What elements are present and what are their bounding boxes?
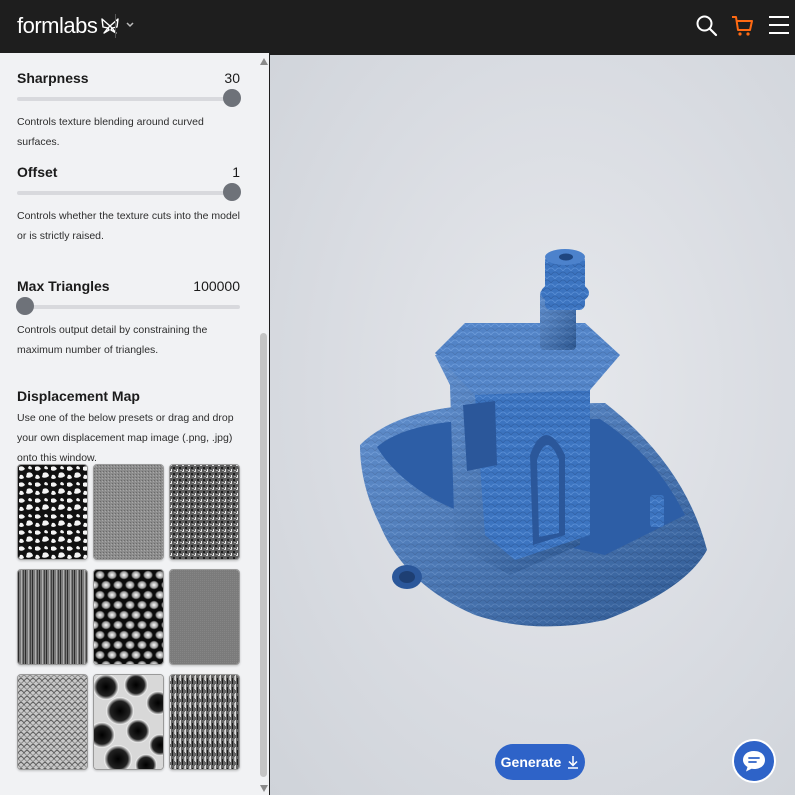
menu-icon[interactable] (766, 13, 792, 39)
cart-icon[interactable] (730, 13, 756, 39)
butterfly-logo-icon (101, 18, 120, 34)
preset-flat-fine-texture[interactable] (169, 569, 240, 665)
max-triangles-setting: Max Triangles 100000 Controls output det… (16, 278, 240, 360)
sharpness-slider[interactable] (17, 89, 241, 111)
setting-description: Controls whether the texture cuts into t… (17, 210, 240, 242)
scroll-up-arrow-icon[interactable] (260, 58, 268, 65)
setting-value: 1 (232, 164, 240, 180)
setting-title: Sharpness (17, 70, 89, 86)
formlabs-logo[interactable]: formlabs (17, 13, 120, 39)
gravel-texture-image (170, 465, 239, 559)
generate-label: Generate (500, 754, 562, 770)
boat-model[interactable] (355, 215, 715, 630)
slider-handle[interactable] (223, 89, 241, 107)
logo-text: formlabs (17, 13, 98, 38)
hex-bubbles-texture-image (94, 570, 163, 664)
voronoi-cells-texture-image (94, 675, 163, 769)
search-icon[interactable] (694, 13, 720, 39)
chat-bubble-icon (743, 751, 765, 772)
slider-track (17, 305, 240, 309)
settings-sidebar: Sharpness 30 Controls texture blending a… (0, 53, 258, 795)
setting-description: Controls texture blending around curved … (17, 116, 204, 148)
chevron-down-icon[interactable] (123, 18, 137, 32)
displacement-map-title: Displacement Map (17, 388, 140, 404)
preset-gravel-texture[interactable] (169, 464, 240, 560)
model-viewport[interactable]: Generate (269, 53, 795, 795)
preset-hex-bubbles-texture[interactable] (93, 569, 164, 665)
scales-texture-image (18, 675, 87, 769)
offset-slider[interactable] (17, 183, 241, 205)
slider-handle[interactable] (223, 183, 241, 201)
preset-voronoi-cells-texture[interactable] (93, 674, 164, 770)
setting-value: 100000 (193, 278, 240, 294)
preset-fine-noise-texture[interactable] (93, 464, 164, 560)
download-icon (568, 756, 579, 769)
setting-title: Offset (17, 164, 58, 180)
offset-setting: Offset 1 Controls whether the texture cu… (17, 164, 241, 246)
top-header: formlabs (0, 0, 795, 53)
generate-button[interactable]: Generate (495, 744, 585, 780)
max-triangles-slider[interactable] (16, 297, 240, 319)
bark-texture-image (170, 675, 239, 769)
preset-bark-texture[interactable] (169, 674, 240, 770)
setting-description: Controls output detail by constraining t… (17, 324, 208, 356)
scroll-thumb[interactable] (260, 333, 267, 777)
preset-wood-grain-texture[interactable] (17, 569, 88, 665)
camo-texture-image (18, 465, 87, 559)
sharpness-setting: Sharpness 30 Controls texture blending a… (17, 70, 241, 152)
scroll-down-arrow-icon[interactable] (260, 785, 268, 792)
slider-handle[interactable] (16, 297, 34, 315)
displacement-map-description: Use one of the below presets or drag and… (17, 412, 234, 464)
setting-value: 30 (224, 70, 240, 86)
header-divider (115, 14, 116, 38)
fine-noise-texture-image (94, 465, 163, 559)
preset-camo-texture[interactable] (17, 464, 88, 560)
setting-title: Max Triangles (17, 278, 110, 294)
sidebar-scrollbar[interactable] (258, 53, 269, 795)
flat-fine-texture-image (170, 570, 239, 664)
slider-track (17, 191, 240, 195)
chat-support-button[interactable] (732, 739, 776, 783)
slider-track (17, 97, 240, 101)
preset-scales-texture[interactable] (17, 674, 88, 770)
wood-grain-texture-image (18, 570, 87, 664)
